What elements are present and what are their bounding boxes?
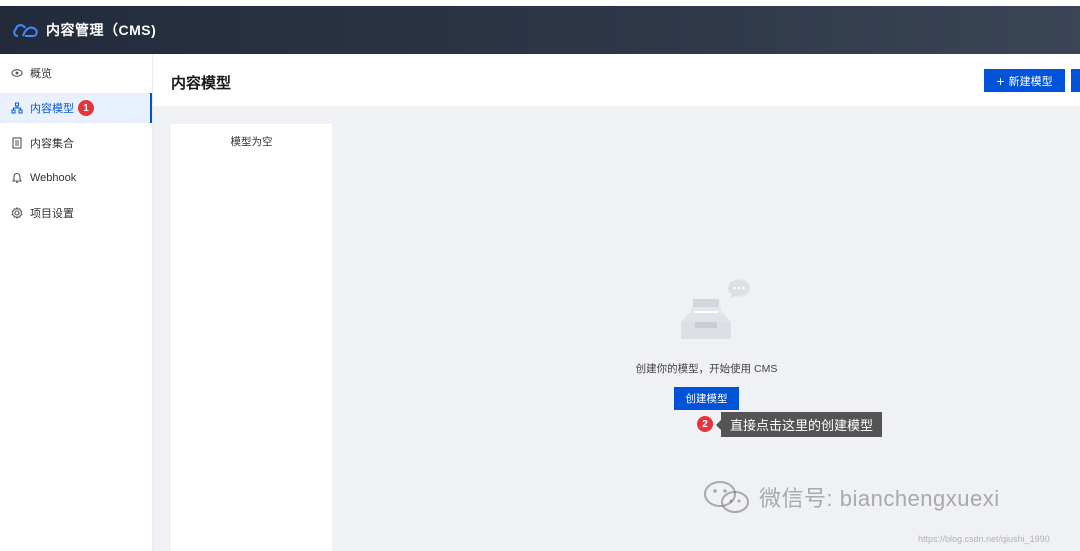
wechat-icon <box>704 481 749 513</box>
sidebar-item-overview[interactable]: 概览 <box>0 58 152 88</box>
sidebar-item-label: 概览 <box>30 68 52 80</box>
watermark-text: 微信号: bianchengxuexi <box>759 486 1000 511</box>
eye-icon <box>11 67 23 79</box>
annotation-tooltip: 直接点击这里的创建模型 <box>715 412 883 437</box>
plus-icon: + <box>996 72 1005 89</box>
sidebar: 概览 内容模型 1 内容集合 Webhook 项目设置 <box>0 54 153 551</box>
sidebar-item-project-settings[interactable]: 项目设置 <box>0 198 152 228</box>
model-icon <box>11 102 23 114</box>
empty-inbox-illustration <box>681 279 750 339</box>
cloud-logo-icon <box>13 24 38 37</box>
step-1-badge: 1 <box>78 100 94 116</box>
model-list-empty-text: 模型为空 <box>230 136 273 148</box>
watermark-url: https://blog.csdn.net/qiushi_1990 <box>918 534 1050 544</box>
webhook-icon <box>11 172 23 184</box>
sidebar-item-label: 内容模型 <box>30 103 74 115</box>
wechat-watermark: 微信号: bianchengxuexi <box>701 478 1000 516</box>
page-title: 内容模型 <box>171 75 232 92</box>
sidebar-item-webhook[interactable]: Webhook <box>0 163 152 193</box>
app-title: 内容管理（CMS) <box>46 22 157 38</box>
document-icon <box>11 137 23 149</box>
empty-state-message: 创建你的模型，开始使用 CMS <box>635 363 778 375</box>
sidebar-item-label: 项目设置 <box>30 208 74 220</box>
create-model-button[interactable]: 创建模型 <box>674 387 739 410</box>
top-bar: 内容管理（CMS) <box>0 6 1080 54</box>
main-content: 模型为空 创建你的模型，开始使用 CMS 创建模型 2 直接点击这里的创建模型 … <box>153 106 1080 551</box>
new-model-button[interactable]: + 新建模型 <box>984 69 1065 92</box>
more-button[interactable] <box>1071 69 1080 92</box>
sidebar-item-content-collection[interactable]: 内容集合 <box>0 128 152 158</box>
sidebar-item-content-model[interactable]: 内容模型 1 <box>0 93 152 123</box>
sidebar-item-label: 内容集合 <box>30 138 74 150</box>
page-header: 内容模型 + 新建模型 <box>153 54 1080 106</box>
step-2-badge: 2 <box>697 416 713 432</box>
new-model-label: 新建模型 <box>1008 75 1053 88</box>
sidebar-item-label: Webhook <box>30 172 77 184</box>
model-list-panel: 模型为空 <box>171 124 332 551</box>
gear-icon <box>11 207 23 219</box>
